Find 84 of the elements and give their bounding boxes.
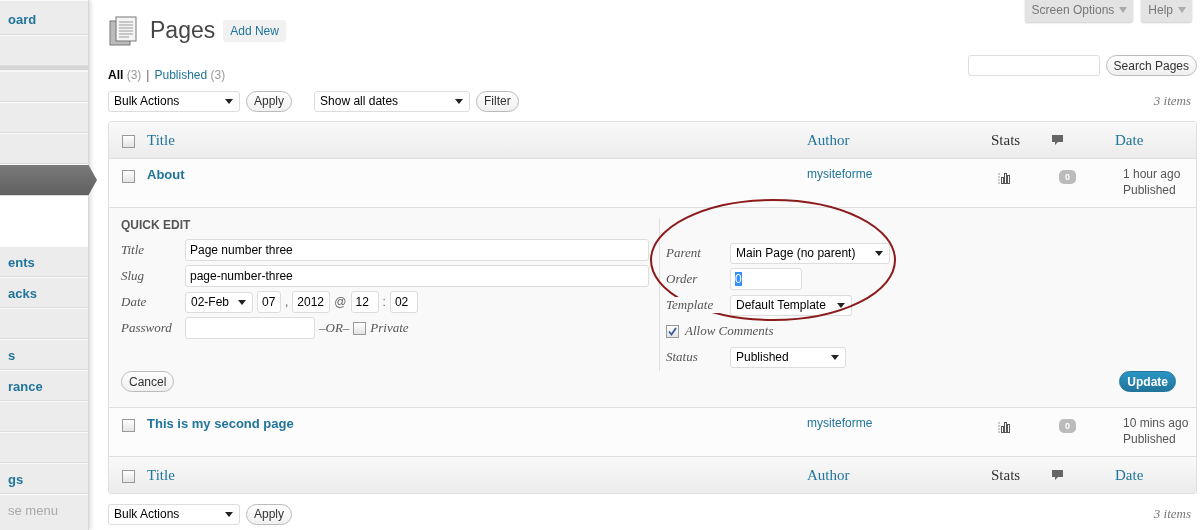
checkbox[interactable]	[353, 321, 367, 335]
sidebar-item[interactable]: gs	[0, 463, 88, 494]
field-label: Slug	[121, 268, 146, 284]
checkbox[interactable]	[666, 324, 679, 338]
sidebar-item[interactable]	[0, 164, 97, 196]
column-header: Stats	[991, 131, 1021, 149]
sidebar-item[interactable]: s	[0, 339, 88, 370]
bulk-actions-select[interactable]: Bulk Actions	[108, 90, 240, 112]
comment-icon	[1051, 133, 1064, 147]
day-field[interactable]: 07	[257, 291, 281, 313]
status-select[interactable]: Published	[730, 346, 846, 368]
checkbox[interactable]	[121, 170, 135, 183]
view-filter-link[interactable]: Published (3)	[154, 68, 226, 82]
checkbox[interactable]	[121, 419, 135, 432]
sidebar-item[interactable]: ents	[0, 246, 88, 277]
template-select[interactable]: Default Template	[730, 294, 852, 316]
page-title-link[interactable]: This is my second page	[147, 416, 294, 431]
date-filter-select[interactable]: Show all dates	[314, 90, 471, 112]
column-header-link[interactable]: Author	[807, 466, 850, 483]
author-name-link[interactable]: mysiteforme	[807, 416, 873, 430]
pages-icon	[108, 14, 140, 47]
caret-icon	[238, 299, 246, 305]
field-label: Date	[121, 294, 148, 310]
search-pages-button[interactable]: Search Pages	[1105, 55, 1197, 76]
column-header: Stats	[991, 466, 1021, 484]
date-separator: ,	[285, 295, 289, 309]
slug-field[interactable]: page-number-three	[185, 265, 649, 287]
checkbox[interactable]	[121, 134, 135, 148]
year-field[interactable]: 2012	[292, 291, 331, 313]
field-label: Title	[121, 242, 146, 258]
top-tab[interactable]: Screen Options	[1024, 0, 1134, 22]
hour-field[interactable]: 12	[350, 291, 379, 313]
view-separator: |	[146, 68, 150, 82]
bulk-actions-select[interactable]: Bulk Actions	[108, 503, 240, 525]
caret-icon	[225, 511, 233, 517]
author-name-link[interactable]: mysiteforme	[807, 167, 873, 181]
column-header-link[interactable]: Title	[147, 466, 175, 483]
search-field[interactable]	[967, 55, 1100, 76]
status-text: Published	[1123, 183, 1177, 197]
apply-button[interactable]: Apply	[246, 503, 293, 525]
column-header-link[interactable]: Title	[147, 131, 175, 148]
update-button[interactable]: Update	[1119, 371, 1176, 392]
sidebar-item[interactable]: acks	[0, 277, 88, 308]
page-title-link[interactable]: About	[147, 167, 185, 182]
field-label: Password	[121, 320, 173, 336]
caret-icon	[875, 250, 883, 256]
page-heading: Pages	[150, 17, 216, 44]
bar-chart-icon[interactable]	[998, 419, 1012, 433]
add-new-button[interactable]: Add New	[223, 19, 286, 42]
date-text: 1 hour ago	[1123, 167, 1182, 181]
top-tab[interactable]: Help	[1141, 0, 1192, 22]
sidebar-item[interactable]: rance	[0, 370, 88, 401]
title-field[interactable]: Page number three	[185, 239, 649, 261]
column-header-link[interactable]: Date	[1115, 131, 1144, 148]
caret-icon	[837, 302, 845, 308]
status-text: Published	[1123, 432, 1177, 446]
order-field[interactable]: 0	[730, 268, 802, 290]
caret-icon	[831, 354, 839, 360]
month-select[interactable]: 02-Feb	[185, 291, 253, 313]
filter-button[interactable]: Filter	[476, 90, 519, 112]
item-count: 3 items	[1153, 93, 1192, 109]
column-header-link[interactable]: Author	[807, 131, 850, 148]
date-text: 10 mins ago	[1123, 416, 1190, 430]
column-header-link[interactable]: Date	[1115, 466, 1144, 483]
caret-icon	[455, 98, 464, 104]
caret-icon	[225, 98, 233, 104]
bar-chart-icon[interactable]	[998, 170, 1012, 184]
checkbox[interactable]	[121, 469, 135, 483]
caret-icon	[1119, 7, 1128, 13]
parent-select[interactable]: Main Page (no parent)	[730, 242, 890, 264]
sidebar-item[interactable]: oard	[0, 0, 88, 35]
caret-icon	[1178, 7, 1186, 13]
item-count: 3 items	[1153, 506, 1192, 522]
time-separator: :	[382, 295, 386, 309]
password-field[interactable]	[185, 317, 315, 339]
apply-button[interactable]: Apply	[246, 90, 293, 112]
quick-edit-heading: QUICK EDIT	[121, 218, 192, 232]
minute-field[interactable]: 02	[389, 291, 418, 313]
view-filter-link[interactable]: All (3)	[108, 68, 142, 82]
time-separator: @	[334, 295, 347, 309]
cancel-button[interactable]: Cancel	[121, 371, 175, 392]
private-label: Private	[370, 320, 409, 336]
or-text: –OR–	[319, 320, 350, 336]
comment-icon	[1051, 468, 1064, 482]
